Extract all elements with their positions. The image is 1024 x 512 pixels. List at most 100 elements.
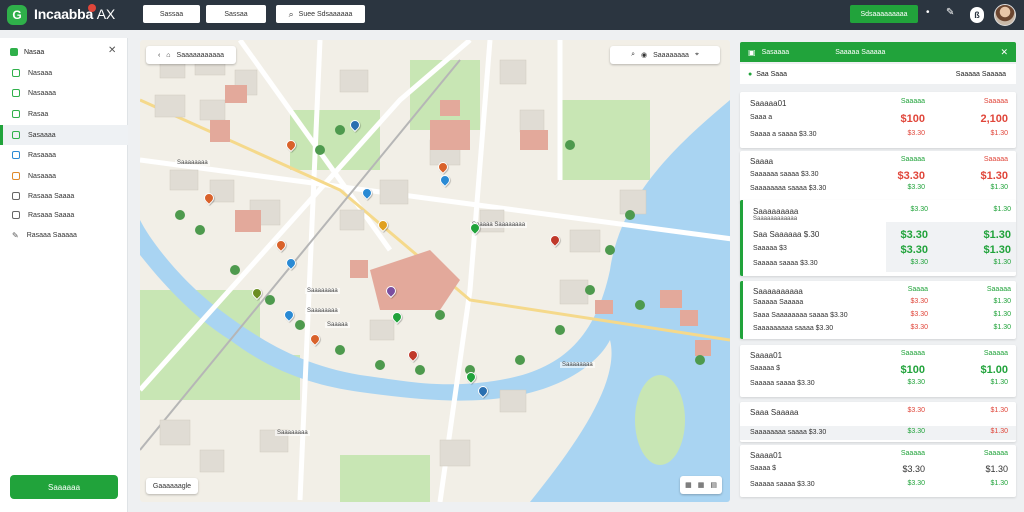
- card-col1-head: $3.30: [910, 206, 928, 213]
- app-logo[interactable]: G: [7, 5, 27, 25]
- sidebar-item-5[interactable]: Rasaaaa: [0, 145, 128, 165]
- account-shield-icon[interactable]: ß: [970, 7, 984, 23]
- sidebar-item-icon: [12, 110, 20, 118]
- card-row-label: Saaaaa Saaaaa: [753, 299, 804, 306]
- card-col2-head: Saaaaa: [983, 350, 1008, 357]
- sidebar-item-label: Rasaaa Saaaaa: [26, 231, 77, 239]
- result-card[interactable]: Saaaaaaaaaa Saaaa Saaaaa Saaaaa Saaaaa $3.3…: [740, 281, 1016, 339]
- sidebar-item-2[interactable]: Nasaaaa: [0, 83, 128, 103]
- sidebar-footer-button[interactable]: Saaaaaa: [10, 475, 118, 499]
- card-col2-head: Saaaaa: [983, 156, 1008, 163]
- card-subtitle-row: Saaaaaaaaaaaa: [753, 215, 1011, 227]
- map-breadcrumb[interactable]: ‹ ⌂ Saaaaaaaaaaa: [146, 46, 236, 64]
- directions-icon[interactable]: ⌖: [695, 51, 699, 59]
- card-col2-head: $1.30: [990, 407, 1008, 414]
- card-row-value: 2,100: [980, 113, 1008, 125]
- app-title: Incaabba AX: [34, 6, 115, 22]
- back-icon[interactable]: ‹: [158, 52, 160, 59]
- primary-action-button[interactable]: Sdsaaaaaaaaa: [850, 5, 918, 23]
- card-row-label: Saaaaaaaa saaaa $3.30: [750, 185, 827, 192]
- result-card[interactable]: Saaaa Saaaaa Saaaaa Saaaaaa saaaa $3.30 $3.…: [740, 151, 1016, 203]
- map-canvas[interactable]: [140, 40, 730, 502]
- card-row-value: $1.30: [990, 130, 1008, 137]
- card-row-label: Saaaaa saaaa $3.30: [753, 260, 818, 267]
- card-row-value: $3.30: [897, 170, 925, 182]
- card-row-value: $3.30: [910, 311, 928, 318]
- card-row-label: Saaa Saaaaaaaa saaaa $3.30: [753, 312, 848, 319]
- card-row-value: $1.00: [980, 364, 1008, 376]
- result-card[interactable]: Saaa Saaaaa $3.30 $1.30 Saaaaaaaa saaaa $3…: [740, 402, 1016, 442]
- topbar-search[interactable]: ⌕ Suee Sdsaaaaaa: [276, 5, 365, 23]
- card-row-label: Saaaaa saaaa $3.30: [750, 481, 815, 488]
- layers-icon[interactable]: ▦: [685, 481, 692, 489]
- sidebar-item-1[interactable]: Nasaaa: [0, 63, 128, 83]
- sidebar-item-label: Nasaaaa: [28, 172, 57, 180]
- sidebar-item-6[interactable]: Nasaaaa: [0, 166, 128, 186]
- card-row-value: $3.30: [910, 324, 928, 331]
- card-row-label: Saaaaaaaaa saaaa $3.30: [753, 325, 834, 332]
- app-title-text: Incaabba: [34, 6, 94, 22]
- map-layer-controls[interactable]: ▦ ▦ ▤: [680, 476, 722, 494]
- sidebar-header-icon: [10, 48, 18, 56]
- sidebar-item-3[interactable]: Rasaa: [0, 104, 128, 124]
- camera-icon[interactable]: ◉: [641, 51, 647, 59]
- map-watermark-text: Gaaaaaagle: [152, 482, 192, 490]
- map-place-label: Saaaaaaaa: [560, 362, 595, 368]
- card-title: Saaa Saaaaa: [750, 408, 799, 417]
- panel-subheader: ● Saa Saaa Saaaaa Saaaaa: [740, 64, 1016, 84]
- card-row-value: $1.30: [990, 379, 1008, 386]
- map-view[interactable]: ‹ ⌂ Saaaaaaaaaaa ⌕ ◉ Saaaaaaaa ⌖ ▦ ▦ ▤ G…: [140, 40, 730, 502]
- sidebar-item-9[interactable]: ✎ Rasaaa Saaaaa: [0, 225, 128, 245]
- map-search-placeholder: Saaaaaaaa: [653, 51, 689, 59]
- sidebar-item-icon: [12, 69, 20, 77]
- card-row: Saaaa $ $3.30 $1.30: [750, 464, 1008, 476]
- card-row-value: $1.30: [993, 259, 1011, 266]
- sidebar-item-icon: [12, 211, 20, 219]
- card-row-label: Saaaa a saaaa $3.30: [750, 131, 817, 138]
- result-card[interactable]: Saaaaa01 Saaaaa Saaaaa Saaa a $100 2,100 Saa…: [740, 92, 1016, 148]
- sidebar-item-label: Sasaaaa: [28, 131, 56, 139]
- card-row-value: $3.30: [907, 130, 925, 137]
- sidebar-item-7[interactable]: Rasaaa Saaaa: [0, 186, 128, 206]
- park-area: [410, 60, 480, 130]
- card-col2-head: Saaaaa: [983, 98, 1008, 105]
- card-row: Saaa a $100 2,100: [750, 113, 1008, 125]
- sidebar-item-4[interactable]: Sasaaaa: [0, 125, 128, 145]
- sidebar-item-label: Nasaaaa: [28, 89, 57, 97]
- result-card[interactable]: Saaaa01 Saaaaa Saaaaa Saaaaa $ $100 $1.00 Sa…: [740, 345, 1016, 397]
- panel-header-icon: ▣: [748, 47, 756, 57]
- sidebar-item-icon: [12, 192, 20, 200]
- card-row: Saaaaa saaaa $3.30 $3.30 $1.30: [750, 379, 1008, 391]
- card-row: Saaaa a saaaa $3.30 $3.30 $1.30: [750, 130, 1008, 142]
- card-row-value: $3.30: [900, 229, 928, 241]
- close-icon[interactable]: ✕: [1000, 47, 1008, 58]
- pencil-icon: ✎: [12, 230, 19, 240]
- sidebar-item-label: Rasaaaa: [28, 151, 57, 159]
- settings-dot-icon[interactable]: •: [926, 7, 930, 18]
- grid-icon[interactable]: ▦: [698, 481, 705, 489]
- card-row: Saa Saaaaaa $.30 $3.30 $1.30: [753, 229, 1011, 241]
- list-icon[interactable]: ▤: [710, 481, 717, 489]
- sidebar-item-label: Rasaa: [28, 110, 49, 118]
- map-search-box[interactable]: ⌕ ◉ Saaaaaaaa ⌖: [610, 46, 720, 64]
- share-icon[interactable]: ✎: [946, 7, 954, 18]
- close-icon[interactable]: ✕: [108, 45, 116, 56]
- card-row: Saaaaa $ $100 $1.00: [750, 364, 1008, 376]
- card-row-value: $100: [900, 113, 925, 125]
- card-header-row: Saaaa01 Saaaaa Saaaaa: [750, 350, 1008, 362]
- topbar-button-1[interactable]: Sassaa: [143, 5, 200, 23]
- card-row: Saaaaa $3 $3.30 $1.30: [753, 244, 1011, 256]
- result-card[interactable]: Saaaa01 Saaaaa Saaaaa Saaaa $ $3.30 $1.30 Sa…: [740, 445, 1016, 497]
- sidebar-item-8[interactable]: Rasaaa Saaaa: [0, 205, 128, 225]
- map-place-label: Saaaaaaaa: [305, 308, 340, 314]
- result-card-selected[interactable]: Saaaaaaaaa $3.30 $1.30 Saaaaaaaaaaaa Saa S…: [740, 200, 1016, 276]
- card-row-value: $1.30: [993, 311, 1011, 318]
- sidebar-item-icon: [12, 89, 20, 97]
- home-icon[interactable]: ⌂: [166, 52, 170, 59]
- avatar[interactable]: [994, 4, 1016, 26]
- topbar-button-2[interactable]: Sassaa: [206, 5, 266, 23]
- card-col1-head: Saaaa: [907, 286, 928, 293]
- card-row-value: $3.30: [907, 428, 925, 435]
- map-place-label: Saaaaaaaa: [275, 430, 310, 436]
- card-row: Saaaaa saaaa $3.30 $3.30 $1.30: [750, 480, 1008, 492]
